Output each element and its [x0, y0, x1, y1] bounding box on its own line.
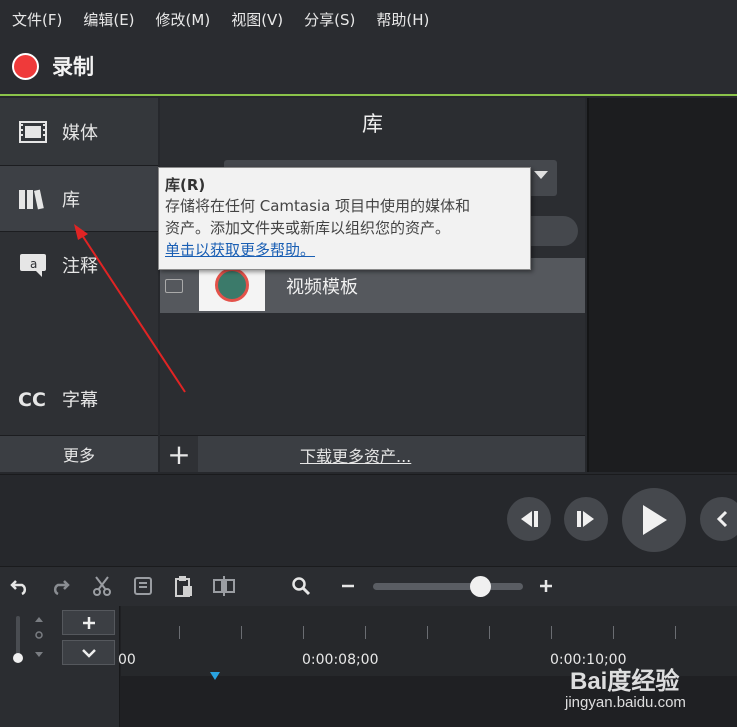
tab-captions[interactable]: CC 字幕	[0, 366, 158, 432]
magnifier-icon	[292, 577, 311, 596]
previous-marker-button[interactable]	[700, 497, 737, 541]
chevron-down-icon	[81, 648, 96, 658]
tab-media[interactable]: 媒体	[0, 98, 158, 166]
watermark-logo: Bai度经验	[570, 668, 680, 695]
tooltip-line-2: 资产。添加文件夹或新库以组织您的资产。	[165, 219, 451, 237]
clipboard-icon	[175, 576, 192, 597]
cc-icon: CC	[18, 387, 48, 411]
paste-button[interactable]	[164, 566, 204, 606]
play-icon	[643, 505, 667, 535]
copy-button[interactable]	[123, 566, 163, 606]
tooltip-help-link[interactable]: 单击以获取更多帮助。	[165, 239, 524, 261]
minus-icon	[342, 584, 354, 588]
watermark-url: jingyan.baidu.com	[565, 694, 686, 711]
plus-icon	[540, 580, 552, 592]
menu-help[interactable]: 帮助(H)	[376, 9, 429, 30]
record-icon[interactable]	[12, 52, 39, 80]
ruler-tick	[241, 626, 242, 639]
zoom-search-button[interactable]	[281, 566, 321, 606]
play-button[interactable]	[622, 488, 686, 552]
cut-button[interactable]	[82, 566, 122, 606]
undo-button[interactable]	[0, 566, 40, 606]
library-tooltip: 库(R) 存储将在任何 Camtasia 项目中使用的媒体和 资产。添加文件夹或…	[158, 167, 531, 270]
books-icon	[18, 187, 48, 211]
zoom-slider-track[interactable]	[373, 583, 523, 590]
ruler-tick	[303, 626, 304, 639]
ruler-label: 00	[118, 652, 136, 668]
step-forward-button[interactable]	[564, 497, 608, 541]
tab-media-label: 媒体	[62, 122, 98, 144]
zoom-slider-thumb[interactable]	[470, 576, 491, 597]
menu-bar: 文件(F) 编辑(E) 修改(M) 视图(V) 分享(S) 帮助(H)	[0, 0, 737, 38]
library-item-label: 视频模板	[286, 277, 358, 298]
svg-text:CC: CC	[18, 389, 46, 410]
ruler-tick	[427, 626, 428, 639]
ruler-tick	[179, 626, 180, 639]
add-button[interactable]: +	[160, 436, 198, 472]
menu-view[interactable]: 视图(V)	[231, 9, 283, 30]
menu-modify[interactable]: 修改(M)	[156, 9, 211, 30]
zoom-out-button[interactable]	[328, 566, 368, 606]
chevron-down-icon[interactable]	[534, 171, 548, 179]
step-back-icon	[521, 511, 538, 527]
split-icon	[213, 576, 235, 596]
ruler-tick	[551, 626, 552, 639]
ruler-tick	[489, 626, 490, 639]
tab-captions-label: 字幕	[62, 390, 98, 411]
redo-icon	[53, 580, 70, 595]
ruler-tick	[365, 626, 366, 639]
ruler-tick	[613, 626, 614, 639]
redo-button[interactable]	[40, 566, 80, 606]
undo-icon	[10, 580, 27, 595]
svg-text:a: a	[30, 257, 37, 271]
film-icon	[18, 120, 48, 144]
more-button[interactable]: 更多	[0, 435, 158, 472]
template-logo-icon	[215, 268, 249, 302]
tab-library[interactable]: 库	[0, 166, 158, 232]
record-button[interactable]: 录制	[52, 51, 94, 81]
ruler-tick	[675, 626, 676, 639]
ruler-label: 0:00:08;00	[302, 652, 379, 668]
playhead-marker[interactable]	[210, 672, 220, 680]
copy-icon	[134, 577, 152, 595]
tool-tabs: 媒体 库 a 注释 CC 字幕	[0, 98, 158, 435]
add-track-button[interactable]	[62, 610, 115, 635]
canvas-preview[interactable]	[587, 98, 737, 472]
tab-library-label: 库	[62, 189, 80, 211]
library-title: 库	[362, 112, 383, 136]
step-forward-icon	[577, 511, 594, 527]
plus-icon	[82, 616, 95, 629]
speech-bubble-icon: a	[18, 253, 48, 277]
chevron-left-icon	[716, 510, 728, 528]
collapse-tracks-button[interactable]	[62, 640, 115, 665]
menu-share[interactable]: 分享(S)	[304, 9, 355, 30]
step-back-button[interactable]	[507, 497, 551, 541]
tab-annotations[interactable]: a 注释	[0, 232, 158, 298]
menu-file[interactable]: 文件(F)	[12, 9, 62, 30]
track-height-slider-thumb[interactable]	[13, 653, 23, 663]
split-button[interactable]	[204, 566, 244, 606]
tooltip-line-1: 存储将在任何 Camtasia 项目中使用的媒体和	[165, 197, 471, 215]
folder-item-icon	[165, 279, 183, 293]
scissors-icon	[93, 576, 111, 596]
zoom-in-button[interactable]	[526, 566, 566, 606]
tooltip-title: 库(R)	[165, 176, 206, 194]
track-zoom-icon	[34, 617, 44, 657]
tab-annotations-label: 注释	[62, 256, 98, 277]
menu-edit[interactable]: 编辑(E)	[83, 9, 134, 30]
download-more-assets-link[interactable]: 下载更多资产...	[300, 443, 411, 467]
record-bar: 录制	[0, 38, 737, 96]
